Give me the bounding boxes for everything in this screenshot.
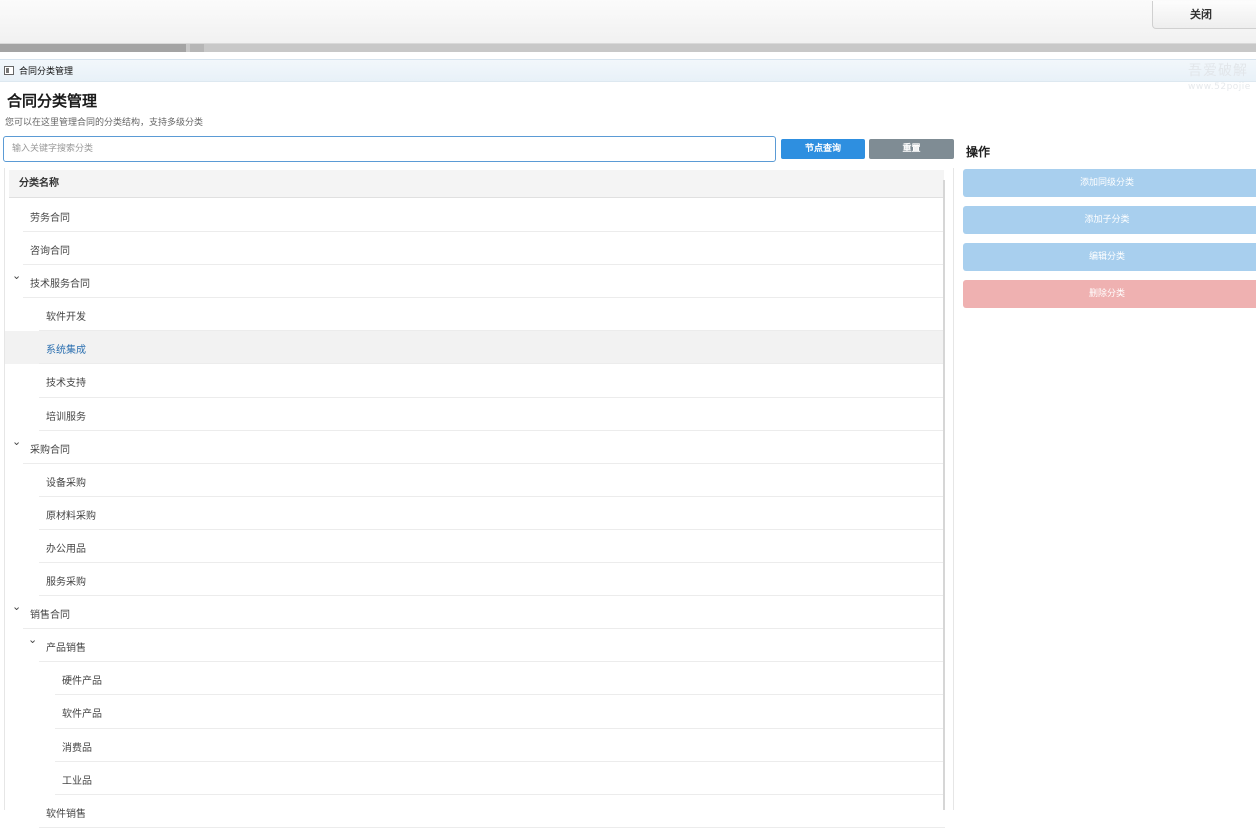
tree-row-label: 劳务合同	[30, 213, 70, 224]
chevron-down-icon[interactable]: ⌄	[12, 601, 21, 612]
tree-row[interactable]: 工业品	[5, 762, 945, 795]
watermark-line-2: www.52pojie	[1188, 82, 1251, 92]
page-subtitle: 您可以在这里管理合同的分类结构，支持多级分类	[5, 118, 204, 128]
tree-row[interactable]: 劳务合同	[5, 199, 945, 233]
top-toolbar: 关闭	[0, 0, 1256, 44]
watermark: 吾爱破解 www.52pojie	[1188, 63, 1251, 95]
tree-row[interactable]: ⌄ 技术服务合同	[5, 265, 945, 299]
operations-title: 操作	[966, 145, 991, 159]
tree-row-label: 培训服务	[46, 411, 86, 423]
window-title: 合同分类管理	[19, 67, 74, 77]
add-child-category-button[interactable]: 添加子分类	[963, 206, 1256, 234]
tree-row-label: 办公用品	[46, 543, 86, 555]
tree-row[interactable]: 咨询合同	[5, 232, 945, 266]
tree-row-label: 原材料采购	[46, 510, 96, 522]
scrollbar-segment	[190, 44, 204, 52]
tree-row[interactable]: 系统集成	[5, 331, 945, 365]
tree-row[interactable]: 消费品	[5, 729, 945, 762]
tree-column-header: 分类名称	[9, 170, 944, 198]
tree-row-label: 采购合同	[30, 444, 70, 456]
search-input[interactable]	[3, 136, 776, 162]
window-title-bar: 合同分类管理	[0, 59, 1256, 82]
tree-row-label: 设备采购	[46, 477, 86, 489]
tree-row[interactable]: ⌄ 采购合同	[5, 431, 945, 464]
chevron-down-icon[interactable]: ⌄	[12, 270, 21, 281]
tree-row[interactable]: 硬件产品	[5, 662, 945, 696]
tree-row-label: 系统集成	[46, 345, 86, 357]
tree-row[interactable]: 培训服务	[5, 398, 945, 431]
tree-row-label: 技术服务合同	[30, 279, 90, 291]
add-sibling-category-button[interactable]: 添加同级分类	[963, 169, 1256, 197]
node-query-button[interactable]: 节点查询	[781, 139, 865, 159]
window-icon	[4, 66, 14, 75]
tree-row[interactable]: 设备采购	[5, 464, 945, 497]
tree-row[interactable]: 服务采购	[5, 563, 945, 597]
tree-row[interactable]: ⌄ 产品销售	[5, 629, 945, 663]
chevron-down-icon[interactable]: ⌄	[12, 436, 21, 447]
horizontal-scrollbar[interactable]	[0, 44, 1256, 52]
tree-row-label: 消费品	[62, 742, 92, 754]
page-title: 合同分类管理	[7, 92, 98, 110]
chevron-down-icon[interactable]: ⌄	[28, 634, 37, 645]
tree-row-label: 咨询合同	[30, 246, 70, 258]
tree-scrollbar[interactable]	[943, 180, 945, 810]
tree-row-label: 工业品	[62, 775, 92, 787]
category-tree: 分类名称 劳务合同咨询合同 ⌄ 技术服务合同软件开发系统集成技术支持培训服务 ⌄ 采购合…	[4, 168, 954, 828]
tree-row-label: 软件产品	[62, 709, 102, 721]
tree-row-label: 软件销售	[46, 808, 86, 820]
tree-row-label: 销售合同	[30, 610, 70, 622]
delete-category-button[interactable]: 删除分类	[963, 280, 1256, 308]
tree-row[interactable]: 原材料采购	[5, 497, 945, 530]
tree-row[interactable]: 技术支持	[5, 364, 945, 398]
tree-row-label: 硬件产品	[62, 676, 102, 688]
tree-row[interactable]: ⌄ 销售合同	[5, 596, 945, 630]
tree-rows: 劳务合同咨询合同 ⌄ 技术服务合同软件开发系统集成技术支持培训服务 ⌄ 采购合同设备采购…	[5, 199, 945, 828]
watermark-line-1: 吾爱破解	[1188, 63, 1248, 79]
scrollbar-thumb[interactable]	[0, 44, 186, 52]
tree-row-label: 技术支持	[46, 378, 86, 390]
tree-row-label: 产品销售	[46, 643, 86, 655]
tree-row[interactable]: 软件开发	[5, 298, 945, 332]
tree-row-label: 软件开发	[46, 312, 86, 324]
tree-row[interactable]: 软件产品	[5, 695, 945, 729]
tree-row[interactable]: 软件销售	[5, 795, 945, 828]
tree-row[interactable]: 办公用品	[5, 530, 945, 564]
edit-category-button[interactable]: 编辑分类	[963, 243, 1256, 271]
close-button[interactable]: 关闭	[1152, 1, 1256, 29]
reset-button[interactable]: 重置	[869, 139, 954, 159]
tree-row-label: 服务采购	[46, 577, 86, 589]
